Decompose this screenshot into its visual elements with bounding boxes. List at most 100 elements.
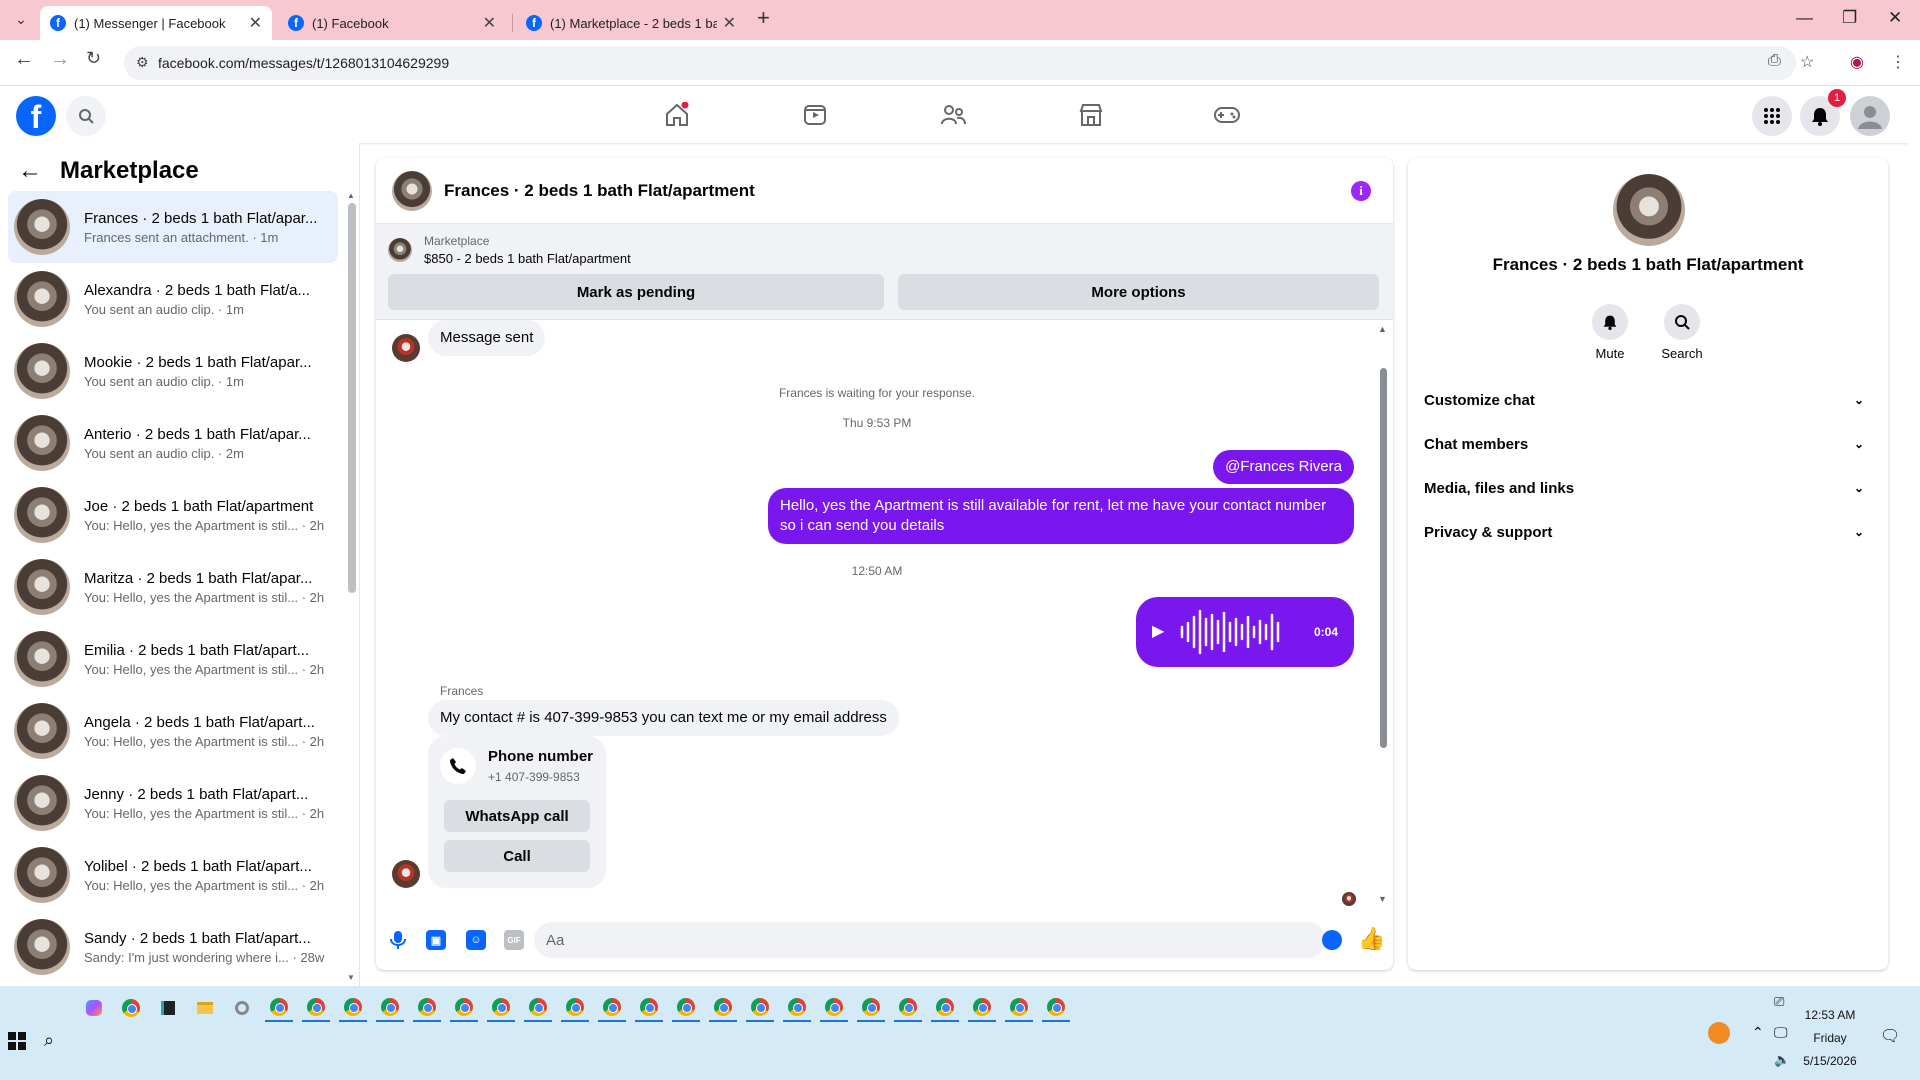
conversation-list-scrollbar[interactable] bbox=[348, 203, 356, 593]
conversation-item[interactable]: Alexandra · 2 beds 1 bath Flat/a... You s… bbox=[8, 263, 338, 335]
windows-start-icon[interactable] bbox=[8, 1032, 26, 1050]
close-tab-icon[interactable]: ✕ bbox=[249, 13, 262, 33]
chrome-icon[interactable] bbox=[117, 994, 145, 1022]
conversation-item[interactable]: Yolibel · 2 beds 1 bath Flat/apart... You… bbox=[8, 839, 338, 911]
listing-thumbnail[interactable] bbox=[388, 238, 412, 262]
reload-icon[interactable]: ↻ bbox=[86, 48, 101, 69]
sender-avatar[interactable] bbox=[392, 860, 420, 888]
facebook-logo-icon[interactable]: f bbox=[16, 96, 56, 136]
chrome-window-icon[interactable] bbox=[1005, 994, 1033, 1022]
call-button[interactable]: Call bbox=[444, 840, 590, 872]
listing-title[interactable]: $850 - 2 beds 1 bath Flat/apartment bbox=[424, 251, 631, 266]
back-arrow-icon[interactable]: ← bbox=[18, 157, 42, 185]
chrome-window-icon[interactable] bbox=[265, 994, 293, 1022]
minimize-icon[interactable]: — bbox=[1796, 8, 1813, 28]
network-icon[interactable]: 🖵 bbox=[1774, 1024, 1788, 1041]
chrome-window-icon[interactable] bbox=[302, 994, 330, 1022]
thumbs-up-icon[interactable]: 👍 bbox=[1358, 926, 1385, 952]
chrome-window-icon[interactable] bbox=[857, 994, 885, 1022]
play-icon[interactable]: ▶ bbox=[1152, 622, 1164, 642]
account-avatar[interactable] bbox=[1850, 96, 1890, 136]
chat-members-row[interactable]: Chat members ⌄ bbox=[1424, 422, 1864, 466]
chrome-window-icon[interactable] bbox=[487, 994, 515, 1022]
tab-search-icon[interactable]: ⌄ bbox=[10, 8, 32, 30]
close-tab-icon[interactable]: ✕ bbox=[723, 13, 736, 33]
chrome-window-icon[interactable] bbox=[376, 994, 404, 1022]
file-explorer-icon[interactable] bbox=[191, 994, 219, 1022]
chrome-window-icon[interactable] bbox=[561, 994, 589, 1022]
conversation-item[interactable]: Joe · 2 beds 1 bath Flat/apartment You: H… bbox=[8, 479, 338, 551]
mark-as-pending-button[interactable]: Mark as pending bbox=[388, 274, 884, 310]
chrome-window-icon[interactable] bbox=[413, 994, 441, 1022]
gaming-icon[interactable] bbox=[1202, 98, 1252, 132]
conversation-item[interactable]: Jenny · 2 beds 1 bath Flat/apart... You: … bbox=[8, 767, 338, 839]
device-icon[interactable]: ⎚ bbox=[1774, 994, 1784, 1010]
details-avatar[interactable] bbox=[1613, 174, 1685, 246]
audio-message[interactable]: ▶ 0:04 bbox=[1136, 597, 1354, 667]
chat-scrollbar[interactable] bbox=[1380, 368, 1387, 748]
chrome-window-icon[interactable] bbox=[968, 994, 996, 1022]
notification-center-icon[interactable]: 🗨 bbox=[1880, 1026, 1900, 1046]
chrome-window-icon[interactable] bbox=[339, 994, 367, 1022]
chrome-window-icon[interactable] bbox=[709, 994, 737, 1022]
restore-icon[interactable]: ❐ bbox=[1842, 8, 1857, 28]
conversation-item[interactable]: Emilia · 2 beds 1 bath Flat/apart... You:… bbox=[8, 623, 338, 695]
scroll-up-arrow-icon[interactable]: ▲ bbox=[347, 191, 355, 200]
privacy-support-row[interactable]: Privacy & support ⌄ bbox=[1424, 510, 1864, 554]
conversation-item[interactable]: Maritza · 2 beds 1 bath Flat/apar... You:… bbox=[8, 551, 338, 623]
sender-avatar[interactable] bbox=[392, 334, 420, 362]
taskbar-search-icon[interactable]: ⌕ bbox=[44, 1030, 54, 1051]
photo-icon[interactable]: ▣ bbox=[426, 930, 446, 950]
show-hidden-icons-chevron-icon[interactable]: ⌃ bbox=[1752, 1024, 1764, 1041]
home-icon[interactable] bbox=[652, 98, 702, 132]
tab-messenger[interactable]: f (1) Messenger | Facebook ✕ bbox=[40, 6, 272, 40]
more-options-button[interactable]: More options bbox=[898, 274, 1379, 310]
friends-icon[interactable] bbox=[928, 98, 978, 132]
system-clock[interactable]: 12:53 AM Friday 5/15/2026 bbox=[1790, 1004, 1870, 1073]
chrome-window-icon[interactable] bbox=[1042, 994, 1070, 1022]
emoji-icon[interactable] bbox=[1322, 930, 1342, 950]
gif-icon[interactable]: GIF bbox=[504, 930, 524, 950]
terminal-icon[interactable] bbox=[154, 994, 182, 1022]
settings-app-icon[interactable] bbox=[228, 994, 256, 1022]
mute-button[interactable]: Mute bbox=[1580, 304, 1640, 361]
scroll-up-arrow-icon[interactable]: ▲ bbox=[1378, 324, 1387, 334]
customize-chat-row[interactable]: Customize chat ⌄ bbox=[1424, 378, 1864, 422]
chrome-window-icon[interactable] bbox=[450, 994, 478, 1022]
url-field[interactable]: ⚙ facebook.com/messages/t/12680131046292… bbox=[124, 46, 1796, 80]
chrome-window-icon[interactable] bbox=[746, 994, 774, 1022]
search-icon[interactable] bbox=[66, 96, 106, 136]
copilot-icon[interactable] bbox=[80, 994, 108, 1022]
browser-menu-icon[interactable]: ⋮ bbox=[1890, 52, 1906, 72]
conversation-item[interactable]: Mookie · 2 beds 1 bath Flat/apar... You s… bbox=[8, 335, 338, 407]
apps-menu-icon[interactable] bbox=[1752, 96, 1792, 136]
chrome-window-icon[interactable] bbox=[931, 994, 959, 1022]
install-app-icon[interactable]: ⎙ bbox=[1768, 52, 1781, 70]
chrome-window-icon[interactable] bbox=[524, 994, 552, 1022]
chat-avatar[interactable] bbox=[392, 170, 432, 211]
chrome-window-icon[interactable] bbox=[672, 994, 700, 1022]
close-window-icon[interactable]: ✕ bbox=[1888, 8, 1902, 28]
conversation-item[interactable]: Frances · 2 beds 1 bath Flat/apar... Fran… bbox=[8, 191, 338, 263]
site-settings-icon[interactable]: ⚙ bbox=[136, 54, 149, 71]
sticker-icon[interactable]: ☺ bbox=[466, 930, 486, 950]
video-icon[interactable] bbox=[790, 98, 840, 132]
chrome-window-icon[interactable] bbox=[635, 994, 663, 1022]
chat-title[interactable]: Frances · 2 beds 1 bath Flat/apartment bbox=[444, 181, 755, 201]
page-scrollbar[interactable] bbox=[1908, 86, 1920, 986]
microphone-icon[interactable] bbox=[388, 930, 408, 950]
conversation-item[interactable]: Anterio · 2 beds 1 bath Flat/apar... You … bbox=[8, 407, 338, 479]
message-input[interactable]: Aa bbox=[534, 922, 1326, 958]
bookmark-star-icon[interactable]: ☆ bbox=[1800, 52, 1814, 72]
chrome-window-icon[interactable] bbox=[894, 994, 922, 1022]
info-icon[interactable]: i bbox=[1351, 181, 1371, 201]
conversation-item[interactable]: Sandy · 2 beds 1 bath Flat/apart... Sandy… bbox=[8, 911, 338, 983]
chrome-window-icon[interactable] bbox=[783, 994, 811, 1022]
profile-icon[interactable]: ◉ bbox=[1850, 52, 1864, 72]
media-files-links-row[interactable]: Media, files and links ⌄ bbox=[1424, 466, 1864, 510]
forward-icon[interactable]: → bbox=[50, 48, 70, 71]
conversation-item[interactable]: Angela · 2 beds 1 bath Flat/apart... You:… bbox=[8, 695, 338, 767]
tab-marketplace[interactable]: f (1) Marketplace - 2 beds 1 bath ✕ bbox=[516, 6, 746, 40]
volume-icon[interactable]: 🔈 bbox=[1774, 1052, 1790, 1068]
search-chat-button[interactable]: Search bbox=[1652, 304, 1712, 361]
